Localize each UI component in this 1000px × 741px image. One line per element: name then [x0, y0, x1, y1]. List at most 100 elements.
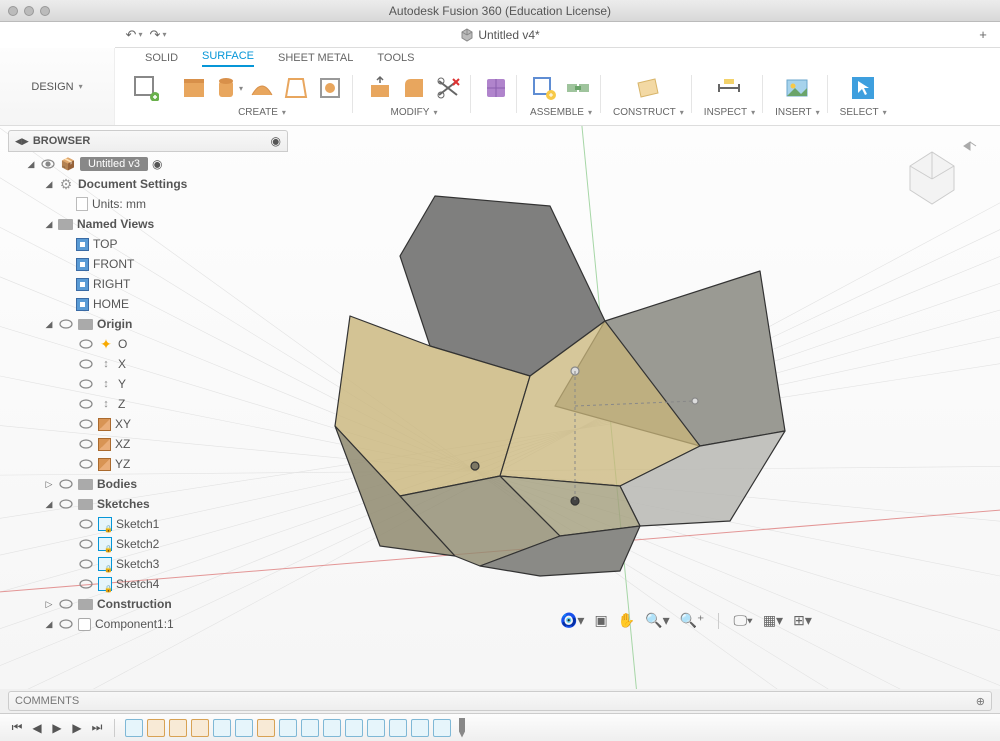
- grid-settings-icon[interactable]: ▦▾: [763, 612, 783, 629]
- tool-sculpt[interactable]: [475, 71, 517, 125]
- tab-sheet-metal[interactable]: SHEET METAL: [278, 52, 353, 67]
- workspace-switcher[interactable]: DESIGN: [0, 48, 115, 125]
- timeline-prev-icon[interactable]: ◀: [30, 721, 44, 735]
- browser-options-icon[interactable]: ◉: [271, 134, 281, 148]
- timeline-feature[interactable]: [411, 719, 429, 737]
- timeline-playhead[interactable]: [459, 718, 465, 738]
- navigation-bar: 🧿▾ ▣ ✋ 🔍▾ 🔍⁺ 🖵▾ ▦▾ ⊞▾: [560, 612, 812, 629]
- timeline-start-icon[interactable]: ⏮: [10, 721, 24, 735]
- timeline-feature[interactable]: [147, 719, 165, 737]
- tree-construction[interactable]: Construction: [8, 594, 288, 614]
- insert-label[interactable]: INSERT: [775, 107, 820, 118]
- tree-origin-xz[interactable]: XZ: [8, 434, 288, 454]
- fit-icon[interactable]: 🔍⁺: [680, 612, 705, 629]
- timeline-feature[interactable]: [125, 719, 143, 737]
- trim-icon[interactable]: [433, 73, 463, 103]
- comments-expand-icon[interactable]: ⊕: [976, 695, 985, 708]
- tree-sketch2[interactable]: Sketch2: [8, 534, 288, 554]
- look-at-icon[interactable]: ▣: [594, 612, 607, 629]
- new-component-icon[interactable]: [529, 73, 559, 103]
- select-label[interactable]: SELECT: [840, 107, 887, 118]
- axis-icon: [98, 396, 114, 412]
- tab-surface[interactable]: SURFACE: [202, 50, 254, 67]
- tree-origin-yz[interactable]: YZ: [8, 454, 288, 474]
- zoom-icon[interactable]: 🔍▾: [645, 612, 669, 629]
- tree-bodies[interactable]: Bodies: [8, 474, 288, 494]
- folder-icon: [78, 499, 93, 510]
- tree-doc-settings[interactable]: ⚙Document Settings: [8, 174, 288, 194]
- tree-origin-y[interactable]: Y: [8, 374, 288, 394]
- document-tab[interactable]: Untitled v4*: [0, 28, 1000, 42]
- tree-origin-z[interactable]: Z: [8, 394, 288, 414]
- plane-icon[interactable]: [633, 73, 663, 103]
- timeline-feature[interactable]: [213, 719, 231, 737]
- sweep-icon[interactable]: [247, 73, 277, 103]
- extrude-icon[interactable]: [179, 73, 209, 103]
- fillet-icon[interactable]: [399, 73, 429, 103]
- press-pull-icon[interactable]: [365, 73, 395, 103]
- measure-icon[interactable]: [714, 73, 744, 103]
- tree-origin-xy[interactable]: XY: [8, 414, 288, 434]
- timeline-feature[interactable]: [323, 719, 341, 737]
- browser-header[interactable]: ◀▶ BROWSER ◉: [8, 130, 288, 152]
- timeline-play-icon[interactable]: ▶: [50, 721, 64, 735]
- timeline-feature[interactable]: [279, 719, 297, 737]
- viewport-layout-icon[interactable]: ⊞▾: [793, 612, 812, 629]
- browser-panel: ◀▶ BROWSER ◉ 📦Untitled v3◉ ⚙Document Set…: [8, 130, 288, 636]
- tree-sketch1[interactable]: Sketch1: [8, 514, 288, 534]
- tree-sketches[interactable]: Sketches: [8, 494, 288, 514]
- create-label[interactable]: CREATE: [238, 107, 286, 118]
- tool-group-select: SELECT: [832, 71, 895, 125]
- insert-decal-icon[interactable]: [782, 73, 812, 103]
- construct-label[interactable]: CONSTRUCT: [613, 107, 684, 118]
- tree-sketch3[interactable]: Sketch3: [8, 554, 288, 574]
- comments-bar[interactable]: COMMENTS ⊕: [8, 691, 992, 711]
- modify-label[interactable]: MODIFY: [391, 107, 438, 118]
- timeline-end-icon[interactable]: ⏭: [90, 721, 104, 735]
- folder-icon: [58, 219, 73, 230]
- activate-radio-icon[interactable]: ◉: [152, 157, 162, 171]
- display-settings-icon[interactable]: 🖵▾: [733, 612, 752, 629]
- timeline-items[interactable]: [125, 718, 465, 738]
- tree-view-home[interactable]: HOME: [8, 294, 288, 314]
- timeline-feature[interactable]: [235, 719, 253, 737]
- tab-solid[interactable]: SOLID: [145, 52, 178, 67]
- pan-icon[interactable]: ✋: [618, 612, 635, 629]
- timeline-feature[interactable]: [257, 719, 275, 737]
- tree-view-top[interactable]: TOP: [8, 234, 288, 254]
- tree-named-views[interactable]: Named Views: [8, 214, 288, 234]
- tree-view-front[interactable]: FRONT: [8, 254, 288, 274]
- loft-icon[interactable]: [281, 73, 311, 103]
- joint-icon[interactable]: [563, 73, 593, 103]
- tree-origin-x[interactable]: X: [8, 354, 288, 374]
- timeline-feature[interactable]: [433, 719, 451, 737]
- timeline-next-icon[interactable]: ▶: [70, 721, 84, 735]
- tree-root[interactable]: 📦Untitled v3◉: [8, 154, 288, 174]
- orbit-icon[interactable]: 🧿▾: [560, 612, 584, 629]
- timeline-feature[interactable]: [345, 719, 363, 737]
- timeline-feature[interactable]: [301, 719, 319, 737]
- tab-tools[interactable]: TOOLS: [377, 52, 414, 67]
- tool-new-sketch[interactable]: [125, 71, 167, 125]
- viewport[interactable]: ◀▶ BROWSER ◉ 📦Untitled v3◉ ⚙Document Set…: [0, 126, 1000, 689]
- revolve-icon[interactable]: [213, 73, 243, 103]
- select-icon[interactable]: [848, 73, 878, 103]
- sketch-icon: [98, 557, 112, 571]
- tree-view-right[interactable]: RIGHT: [8, 274, 288, 294]
- timeline-feature[interactable]: [191, 719, 209, 737]
- tree-sketch4[interactable]: Sketch4: [8, 574, 288, 594]
- axis-icon: [98, 356, 114, 372]
- timeline-feature[interactable]: [389, 719, 407, 737]
- assemble-label[interactable]: ASSEMBLE: [530, 107, 592, 118]
- patch-icon[interactable]: [315, 73, 345, 103]
- timeline-feature[interactable]: [367, 719, 385, 737]
- tree-component1[interactable]: Component1:1: [8, 614, 288, 634]
- visibility-icon[interactable]: [40, 159, 56, 169]
- timeline-feature[interactable]: [169, 719, 187, 737]
- tree-origin-o[interactable]: ✦O: [8, 334, 288, 354]
- tree-origin[interactable]: Origin: [8, 314, 288, 334]
- tree-units[interactable]: Units: mm: [8, 194, 288, 214]
- viewcube[interactable]: [882, 134, 982, 219]
- cube-icon: [460, 28, 474, 42]
- inspect-label[interactable]: INSPECT: [704, 107, 755, 118]
